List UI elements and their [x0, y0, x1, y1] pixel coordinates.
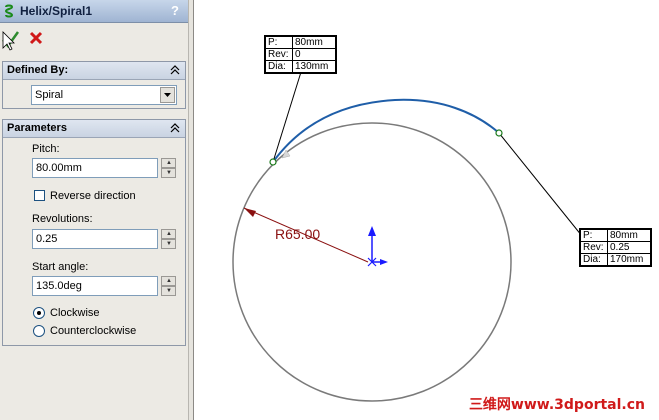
defined-by-value: Spiral [35, 89, 64, 101]
watermark: 三维网www.3dportal.cn [468, 397, 645, 413]
dimension-arrow-icon [244, 208, 256, 217]
callout-start-rev-label: Rev: [265, 48, 293, 61]
callout-start-dia-value: 130mm [292, 60, 336, 73]
callout-end-dia-value: 170mm [607, 253, 651, 266]
panel-titlebar: Helix/Spiral1 ? [0, 0, 188, 23]
pitch-spinner[interactable]: ▲ ▼ [161, 158, 176, 178]
pitch-label: Pitch: [32, 143, 60, 155]
parameters-header[interactable]: Parameters [3, 120, 185, 138]
revolutions-input[interactable]: 0.25 [32, 229, 158, 249]
spin-up-icon[interactable]: ▲ [161, 158, 176, 168]
leader-line-end [498, 132, 583, 237]
panel-title: Helix/Spiral1 [20, 4, 93, 18]
cancel-x-icon[interactable] [28, 30, 44, 46]
callout-end-p-value: 80mm [607, 229, 651, 242]
spin-down-icon[interactable]: ▼ [161, 239, 176, 249]
axis-x-arrow-icon [380, 259, 388, 265]
radius-dimension[interactable]: R65.00 [275, 226, 320, 242]
spin-down-icon[interactable]: ▼ [161, 286, 176, 296]
callout-start-rev-value: 0 [292, 48, 336, 61]
spiral-end-point[interactable] [495, 129, 503, 137]
spiral-start-point[interactable] [269, 158, 277, 166]
counterclockwise-label: Counterclockwise [50, 325, 137, 337]
callout-start-p-label: P: [265, 36, 293, 49]
callout-start-dia-label: Dia: [265, 60, 293, 73]
defined-by-heading: Defined By: [7, 64, 69, 76]
ok-check-icon[interactable] [2, 29, 20, 51]
parameters-heading: Parameters [7, 122, 67, 134]
spin-up-icon[interactable]: ▲ [161, 229, 176, 239]
defined-by-select[interactable]: Spiral [31, 85, 177, 105]
callout-end-dia-label: Dia: [580, 253, 608, 266]
start-angle-spinner[interactable]: ▲ ▼ [161, 276, 176, 296]
panel-splitter[interactable] [188, 0, 194, 420]
start-angle-label: Start angle: [32, 261, 89, 273]
collapse-icon[interactable] [169, 122, 181, 134]
reverse-direction-checkbox[interactable] [34, 190, 45, 201]
collapse-icon[interactable] [169, 64, 181, 76]
help-button[interactable]: ? [168, 3, 182, 19]
spin-up-icon[interactable]: ▲ [161, 276, 176, 286]
callout-end-rev-label: Rev: [580, 241, 608, 254]
revolutions-spinner[interactable]: ▲ ▼ [161, 229, 176, 249]
pitch-input[interactable]: 80.00mm [32, 158, 158, 178]
start-angle-input[interactable]: 135.0deg [32, 276, 158, 296]
clockwise-label: Clockwise [50, 307, 100, 319]
callout-end-p-label: P: [580, 229, 608, 242]
leader-line-start [272, 71, 302, 163]
callout-end: P: 80mm Rev: 0.25 Dia: 170mm [579, 228, 652, 267]
callout-start: P: 80mm Rev: 0 Dia: 130mm [264, 35, 337, 74]
callout-end-rev-value: 0.25 [607, 241, 651, 254]
reverse-direction-label: Reverse direction [50, 190, 136, 202]
spiral-curve[interactable] [272, 98, 500, 163]
spin-down-icon[interactable]: ▼ [161, 168, 176, 178]
counterclockwise-radio[interactable] [33, 325, 45, 337]
helix-icon [4, 4, 14, 18]
defined-by-group: Defined By: Spiral [2, 61, 186, 109]
revolutions-label: Revolutions: [32, 213, 93, 225]
property-manager: Helix/Spiral1 ? Defined By: Spiral Param… [0, 0, 188, 420]
dropdown-arrow-icon[interactable] [160, 87, 175, 103]
clockwise-radio[interactable] [33, 307, 45, 319]
axis-y-arrow-icon [368, 226, 376, 236]
defined-by-header[interactable]: Defined By: [3, 62, 185, 80]
callout-start-p-value: 80mm [292, 36, 336, 49]
